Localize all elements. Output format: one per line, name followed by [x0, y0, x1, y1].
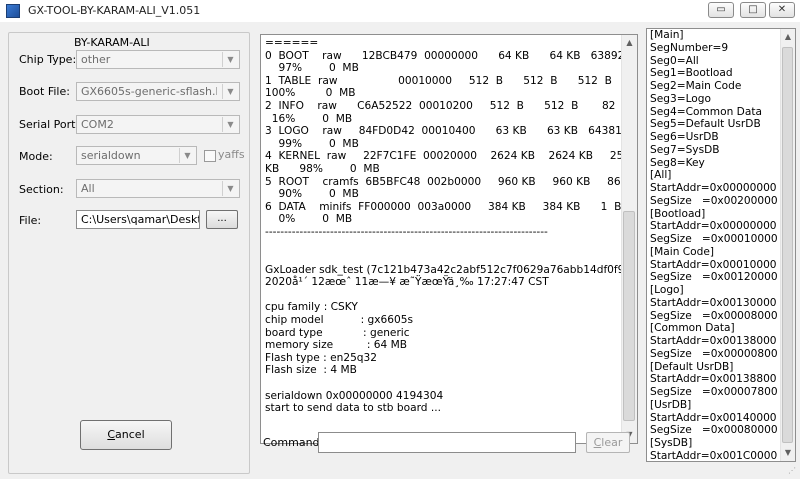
section-select[interactable]: All ▼	[76, 179, 240, 198]
chip-type-value: other	[81, 53, 111, 66]
mode-label: Mode:	[19, 150, 53, 163]
config-view[interactable]: [Main] SegNumber=9 Seg0=All Seg1=Bootloa…	[646, 28, 796, 462]
file-path-value: C:\Users\qamar\Desktop\	[81, 213, 199, 226]
cancel-accelerator: C	[107, 428, 116, 441]
config-panel: [Main] SegNumber=9 Seg0=All Seg1=Bootloa…	[644, 22, 800, 479]
serial-port-label: Serial Port:	[19, 118, 80, 131]
log-output[interactable]: ====== 0 BOOT raw 12BCB479 00000000 64 K…	[260, 34, 638, 444]
scroll-up-icon[interactable]: ▲	[781, 29, 795, 45]
file-label: File:	[19, 214, 42, 227]
boot-file-select[interactable]: GX6605s-generic-sflash.boot ▼	[76, 82, 240, 101]
chip-type-select[interactable]: other ▼	[76, 50, 240, 69]
minimize-button[interactable]: ▭	[708, 2, 734, 18]
title-bar: GX-TOOL-BY-KARAM-ALI_V1.051 ▭ □ ✕	[0, 0, 800, 23]
file-path-input[interactable]: C:\Users\qamar\Desktop\	[76, 210, 200, 229]
scroll-down-icon[interactable]: ▼	[781, 445, 795, 461]
log-scrollbar[interactable]: ▲ ▼	[621, 35, 637, 443]
command-label: Command:	[263, 436, 324, 449]
close-button[interactable]: ✕	[769, 2, 795, 18]
settings-panel: BY-KARAM-ALI Chip Type: other ▼ Boot Fil…	[0, 22, 254, 479]
app-icon	[6, 4, 20, 18]
chevron-down-icon[interactable]: ▼	[222, 84, 238, 99]
chevron-down-icon[interactable]: ▼	[179, 148, 195, 163]
log-scroll-thumb[interactable]	[623, 211, 635, 421]
mode-value: serialdown	[81, 149, 141, 162]
browse-button[interactable]: ...	[206, 210, 238, 229]
clear-button-label: lear	[601, 436, 623, 449]
boot-file-label: Boot File:	[19, 85, 70, 98]
yaffs-label: yaffs	[218, 148, 245, 161]
config-text: [Main] SegNumber=9 Seg0=All Seg1=Bootloa…	[650, 29, 778, 462]
chevron-down-icon[interactable]: ▼	[222, 52, 238, 67]
scroll-up-icon[interactable]: ▲	[622, 35, 637, 51]
section-label: Section:	[19, 183, 64, 196]
cancel-button-label: ancel	[115, 428, 145, 441]
serial-port-value: COM2	[81, 118, 114, 131]
clear-button[interactable]: Clear	[586, 432, 630, 453]
maximize-button[interactable]: □	[740, 2, 766, 18]
resize-grip-icon[interactable]: ⋰	[788, 467, 798, 477]
config-scrollbar[interactable]: ▲ ▼	[780, 29, 795, 461]
window-title: GX-TOOL-BY-KARAM-ALI_V1.051	[28, 4, 201, 17]
settings-group-title: BY-KARAM-ALI	[71, 36, 153, 49]
yaffs-checkbox[interactable]	[204, 150, 216, 162]
config-scroll-thumb[interactable]	[782, 47, 793, 443]
chip-type-label: Chip Type:	[19, 53, 77, 66]
command-input[interactable]	[318, 432, 576, 453]
log-text: ====== 0 BOOT raw 12BCB479 00000000 64 K…	[265, 37, 637, 415]
mode-select[interactable]: serialdown ▼	[76, 146, 197, 165]
section-value: All	[81, 182, 95, 195]
cancel-button[interactable]: Cancel	[80, 420, 172, 450]
serial-port-select[interactable]: COM2 ▼	[76, 115, 240, 134]
chevron-down-icon[interactable]: ▼	[222, 181, 238, 196]
chevron-down-icon[interactable]: ▼	[222, 117, 238, 132]
boot-file-value: GX6605s-generic-sflash.boot	[81, 85, 217, 98]
log-panel: ====== 0 BOOT raw 12BCB479 00000000 64 K…	[254, 22, 644, 479]
